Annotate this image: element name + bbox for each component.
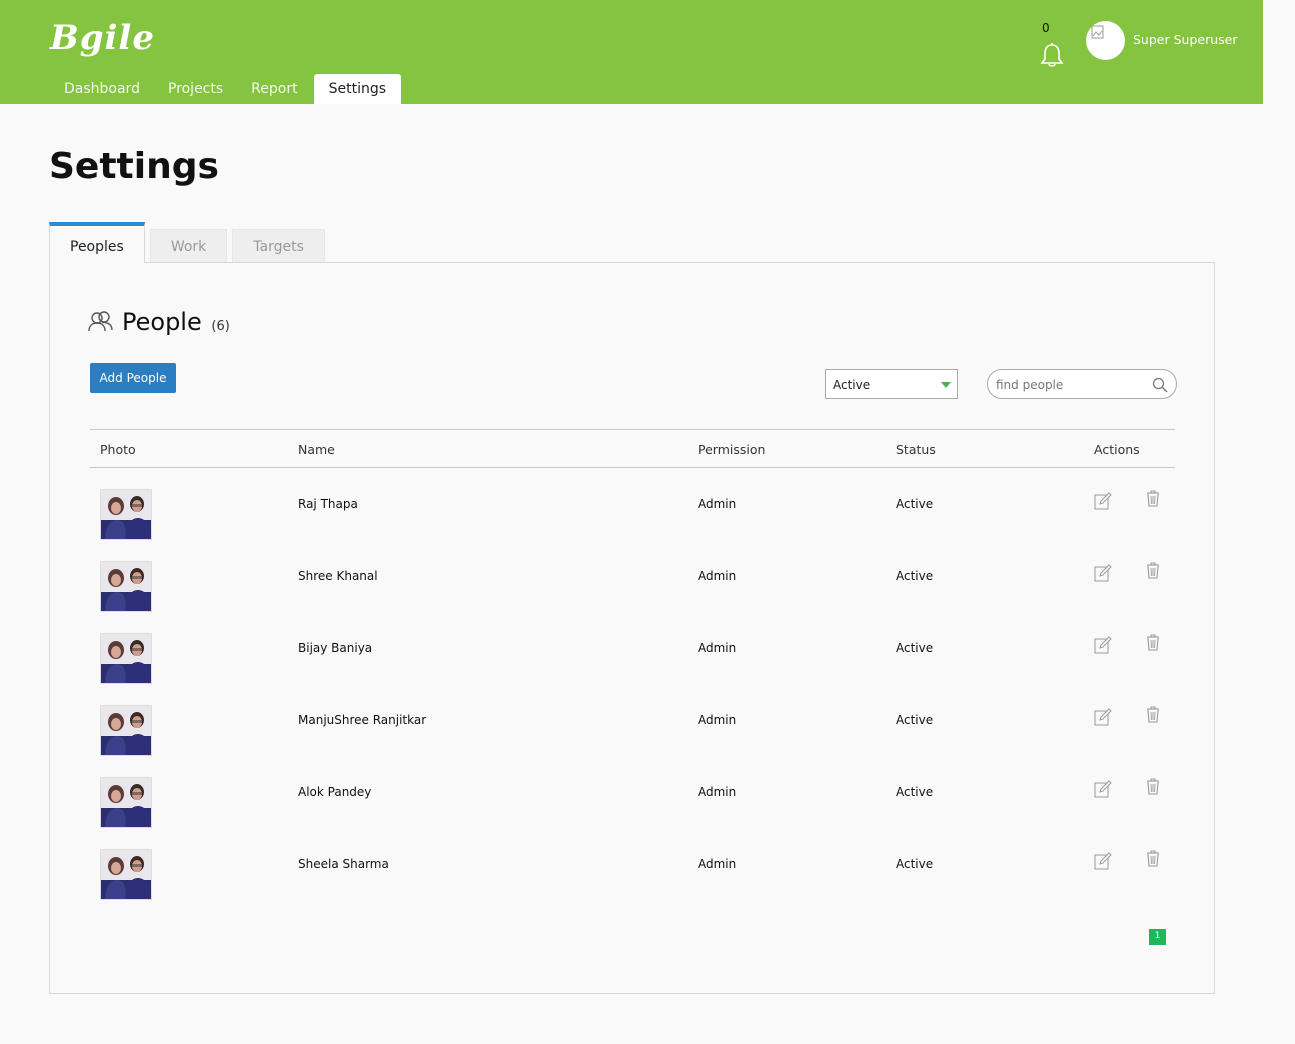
tab-peoples[interactable]: Peoples bbox=[49, 222, 145, 264]
trash-icon[interactable] bbox=[1146, 634, 1160, 655]
column-name: Name bbox=[298, 442, 335, 457]
column-status: Status bbox=[896, 442, 936, 457]
person-status: Active bbox=[896, 857, 934, 871]
person-status: Active bbox=[896, 641, 934, 655]
top-navbar: Bgile Dashboard Projects Report Settings… bbox=[0, 0, 1263, 104]
person-status: Active bbox=[896, 497, 934, 511]
user-avatar[interactable] bbox=[1086, 21, 1125, 60]
edit-icon[interactable] bbox=[1094, 636, 1112, 657]
trash-icon[interactable] bbox=[1146, 490, 1160, 511]
person-status: Active bbox=[896, 569, 934, 583]
search-icon[interactable] bbox=[1152, 377, 1168, 397]
bell-icon[interactable] bbox=[1040, 42, 1064, 72]
broken-image-icon bbox=[1091, 25, 1104, 39]
column-photo: Photo bbox=[100, 442, 136, 457]
table-row: Bijay Baniya Admin Active bbox=[90, 612, 1175, 684]
person-permission: Admin bbox=[698, 497, 737, 511]
trash-icon[interactable] bbox=[1146, 778, 1160, 799]
person-permission: Admin bbox=[698, 713, 737, 727]
edit-icon[interactable] bbox=[1094, 492, 1112, 513]
person-name: ManjuShree Ranjitkar bbox=[298, 713, 427, 727]
table-header: Photo Name Permission Status Actions bbox=[90, 429, 1175, 468]
status-filter-value: Active bbox=[833, 378, 871, 392]
edit-icon[interactable] bbox=[1094, 708, 1112, 729]
nav-settings[interactable]: Settings bbox=[313, 74, 402, 104]
app-logo[interactable]: Bgile bbox=[50, 18, 155, 58]
column-permission: Permission bbox=[698, 442, 766, 457]
column-actions: Actions bbox=[1094, 442, 1140, 457]
caret-down-icon bbox=[941, 382, 951, 388]
table-row: Raj Thapa Admin Active bbox=[90, 468, 1175, 540]
edit-icon[interactable] bbox=[1094, 564, 1112, 585]
person-permission: Admin bbox=[698, 785, 737, 799]
person-name: Alok Pandey bbox=[298, 785, 372, 799]
trash-icon[interactable] bbox=[1146, 850, 1160, 871]
tab-work[interactable]: Work bbox=[149, 229, 228, 263]
person-name: Bijay Baniya bbox=[298, 641, 373, 655]
nav-report[interactable]: Report bbox=[237, 74, 311, 104]
table-row: Alok Pandey Admin Active bbox=[90, 756, 1175, 828]
user-photo bbox=[100, 705, 152, 756]
user-photo bbox=[100, 849, 152, 900]
table-row: Sheela Sharma Admin Active bbox=[90, 828, 1175, 900]
add-people-button[interactable]: Add People bbox=[90, 363, 176, 393]
search-box bbox=[987, 369, 1177, 399]
tab-targets[interactable]: Targets bbox=[232, 229, 325, 263]
person-permission: Admin bbox=[698, 641, 737, 655]
user-photo bbox=[100, 777, 152, 828]
pagination-page-1[interactable]: 1 bbox=[1149, 929, 1166, 945]
user-photo bbox=[100, 489, 152, 540]
search-input[interactable] bbox=[996, 376, 1146, 394]
person-name: Raj Thapa bbox=[298, 497, 358, 511]
person-status: Active bbox=[896, 713, 934, 727]
settings-tabs: Peoples Work Targets bbox=[49, 222, 330, 264]
people-count: (6) bbox=[211, 319, 230, 334]
edit-icon[interactable] bbox=[1094, 852, 1112, 873]
trash-icon[interactable] bbox=[1146, 706, 1160, 727]
person-name: Sheela Sharma bbox=[298, 857, 389, 871]
person-permission: Admin bbox=[698, 857, 737, 871]
table-row: Shree Khanal Admin Active bbox=[90, 540, 1175, 612]
user-name[interactable]: Super Superuser bbox=[1133, 32, 1237, 47]
main-nav: Dashboard Projects Report Settings bbox=[50, 74, 402, 104]
people-icon bbox=[88, 311, 114, 337]
user-photo bbox=[100, 633, 152, 684]
trash-icon[interactable] bbox=[1146, 562, 1160, 583]
status-filter-select[interactable]: Active bbox=[825, 369, 958, 399]
people-heading-label: People bbox=[122, 308, 202, 336]
page-title: Settings bbox=[49, 146, 219, 187]
person-permission: Admin bbox=[698, 569, 737, 583]
user-photo bbox=[100, 561, 152, 612]
person-status: Active bbox=[896, 785, 934, 799]
person-name: Shree Khanal bbox=[298, 569, 378, 583]
table-row: ManjuShree Ranjitkar Admin Active bbox=[90, 684, 1175, 756]
nav-projects[interactable]: Projects bbox=[154, 74, 237, 104]
people-heading: People (6) bbox=[122, 308, 230, 336]
people-panel: People (6) Add People Active Photo Name … bbox=[49, 262, 1215, 994]
notification-count: 0 bbox=[1042, 21, 1050, 35]
nav-dashboard[interactable]: Dashboard bbox=[50, 74, 154, 104]
edit-icon[interactable] bbox=[1094, 780, 1112, 801]
